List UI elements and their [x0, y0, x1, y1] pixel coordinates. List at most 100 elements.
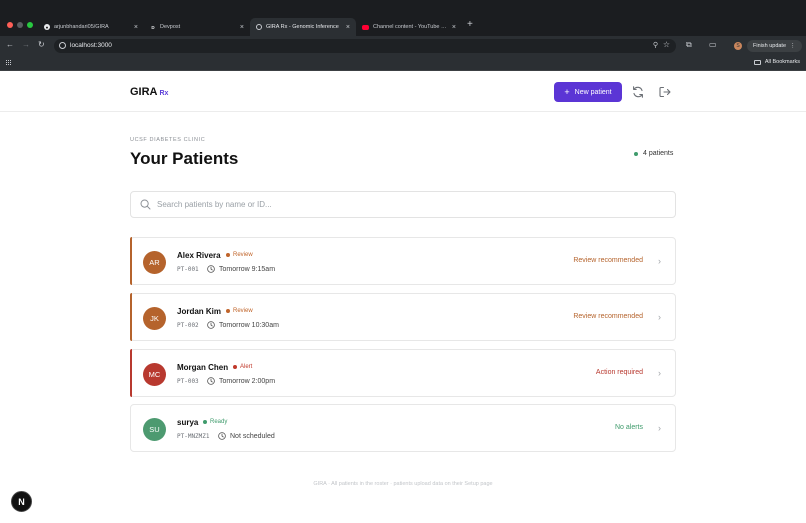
- url-text: localhost:3000: [70, 42, 112, 49]
- chevron-right-icon[interactable]: ›: [658, 368, 661, 378]
- all-bookmarks-label: All Bookmarks: [764, 59, 800, 65]
- chevron-right-icon[interactable]: ›: [658, 256, 661, 266]
- status-badge: Alert: [233, 364, 252, 370]
- appointment: Tomorrow 2:00pm: [207, 377, 275, 385]
- close-tab-icon[interactable]: ×: [346, 24, 350, 31]
- card-accent-bar: [130, 349, 132, 397]
- close-tab-icon[interactable]: ×: [134, 24, 138, 31]
- patient-id: PT-003: [177, 378, 199, 385]
- tab-label: Channel content - YouTube Studio: [373, 24, 448, 30]
- app-header: GIRA Rx + New patient: [0, 71, 806, 112]
- apps-grid-icon[interactable]: [6, 60, 12, 66]
- appointment-time: Not scheduled: [230, 432, 275, 440]
- tab-label: GIRA Rx - Genomic Inference: [266, 24, 339, 30]
- logout-icon[interactable]: [658, 85, 672, 99]
- alert-status: No alerts: [614, 424, 643, 431]
- site-info-icon[interactable]: [59, 42, 66, 49]
- alert-status: Review recommended: [573, 313, 643, 320]
- patient-card[interactable]: MC Morgan Chen Alert PT-003 Tomorrow 2:0…: [130, 349, 676, 397]
- badge-label: Ready: [210, 419, 228, 425]
- alert-status: Review recommended: [573, 257, 643, 264]
- youtube-icon: [362, 24, 369, 30]
- search-icon: [140, 199, 151, 210]
- patient-name: Morgan Chen: [177, 363, 229, 372]
- browser-tab-active[interactable]: GIRA Rx - Genomic Inference ×: [250, 18, 356, 36]
- new-patient-button[interactable]: + New patient: [554, 82, 622, 102]
- badge-label: Review: [233, 308, 253, 314]
- profile-avatar[interactable]: S: [734, 42, 742, 50]
- minimize-window-button[interactable]: [17, 22, 23, 28]
- status-dot-icon: [634, 151, 638, 156]
- clock-icon: [218, 432, 226, 440]
- back-arrow-icon[interactable]: ←: [6, 40, 14, 49]
- browser-tab[interactable]: Channel content - YouTube Studio ×: [356, 18, 462, 36]
- badge-dot-icon: [226, 309, 230, 313]
- appointment-time: Tomorrow 10:30am: [219, 321, 279, 329]
- avatar: SU: [143, 418, 166, 441]
- brand-suffix: Rx: [159, 90, 169, 97]
- close-tab-icon[interactable]: ×: [240, 24, 244, 31]
- browser-tab[interactable]: D Devpost ×: [144, 18, 250, 36]
- card-accent-bar: [130, 293, 132, 341]
- brand-logo[interactable]: GIRA Rx: [130, 86, 168, 98]
- card-accent-bar: [130, 237, 132, 285]
- patient-id: PT-001: [177, 266, 199, 273]
- clinic-label: UCSF DIABETES CLINIC: [130, 137, 206, 143]
- browser-tab[interactable]: ● arjunbhandari05/GIRA ×: [38, 18, 144, 36]
- patient-id: PT-MNZMZ1: [177, 433, 210, 440]
- forward-arrow-icon[interactable]: →: [22, 40, 30, 49]
- patient-count: 4 patients: [634, 150, 673, 157]
- avatar: JK: [143, 307, 166, 330]
- clock-icon: [207, 321, 215, 329]
- status-badge: Ready: [203, 419, 227, 425]
- avatar: AR: [143, 251, 166, 274]
- globe-icon: [256, 24, 262, 30]
- all-bookmarks-button[interactable]: All Bookmarks: [753, 59, 800, 65]
- finish-update-label: Finish update: [753, 43, 787, 49]
- side-panel-icon[interactable]: ▭: [709, 40, 717, 49]
- patient-card[interactable]: AR Alex Rivera Review PT-001 Tomorrow 9:…: [130, 237, 676, 285]
- new-patient-label: New patient: [574, 88, 612, 96]
- patient-card[interactable]: JK Jordan Kim Review PT-002 Tomorrow 10:…: [130, 293, 676, 341]
- appointment: Tomorrow 10:30am: [207, 321, 279, 329]
- search-box[interactable]: [130, 191, 676, 218]
- tab-label: Devpost: [160, 24, 181, 30]
- more-menu-icon: ⋮: [790, 43, 796, 49]
- status-badge: Review: [226, 308, 253, 314]
- finish-update-button[interactable]: Finish update ⋮: [747, 40, 802, 52]
- clock-icon: [207, 265, 215, 273]
- badge-label: Review: [233, 252, 253, 258]
- plus-icon: +: [564, 86, 570, 97]
- close-window-button[interactable]: [7, 22, 13, 28]
- browser-toolbar: ← → ↻ localhost:3000 ⚲ ☆ ⧉ ▭ S Finish up…: [0, 36, 806, 56]
- alert-status: Action required: [595, 369, 643, 376]
- badge-label: Alert: [240, 364, 253, 370]
- maximize-window-button[interactable]: [27, 22, 33, 28]
- clock-icon: [207, 377, 215, 385]
- reload-icon[interactable]: ↻: [38, 40, 45, 49]
- bookmarks-bar: All Bookmarks: [0, 56, 806, 71]
- brand-name: GIRA: [130, 86, 158, 98]
- search-input[interactable]: [157, 192, 667, 217]
- refresh-icon[interactable]: [631, 85, 645, 99]
- tab-label: arjunbhandari05/GIRA: [54, 24, 109, 30]
- chevron-right-icon[interactable]: ›: [658, 423, 661, 433]
- zoom-icon[interactable]: ⚲: [653, 41, 658, 49]
- folder-icon: [753, 59, 761, 65]
- chevron-right-icon[interactable]: ›: [658, 312, 661, 322]
- patient-name: Alex Rivera: [177, 251, 221, 260]
- address-bar[interactable]: localhost:3000 ⚲ ☆: [54, 39, 676, 53]
- appointment: Tomorrow 9:15am: [207, 265, 275, 273]
- close-tab-icon[interactable]: ×: [452, 24, 456, 31]
- patient-card[interactable]: SU surya Ready PT-MNZMZ1 Not scheduled N…: [130, 404, 676, 452]
- page-title: Your Patients: [130, 149, 239, 168]
- new-tab-button[interactable]: +: [467, 19, 473, 30]
- extensions-icon[interactable]: ⧉: [686, 40, 692, 50]
- status-badge: Review: [226, 252, 253, 258]
- bookmark-star-icon[interactable]: ☆: [663, 40, 670, 49]
- app-page: GIRA Rx + New patient UCSF DIABETES CLINI…: [0, 71, 806, 523]
- devpost-icon: D: [151, 24, 155, 30]
- badge-dot-icon: [233, 365, 237, 369]
- dev-tools-badge[interactable]: N: [11, 491, 32, 512]
- appointment: Not scheduled: [218, 432, 275, 440]
